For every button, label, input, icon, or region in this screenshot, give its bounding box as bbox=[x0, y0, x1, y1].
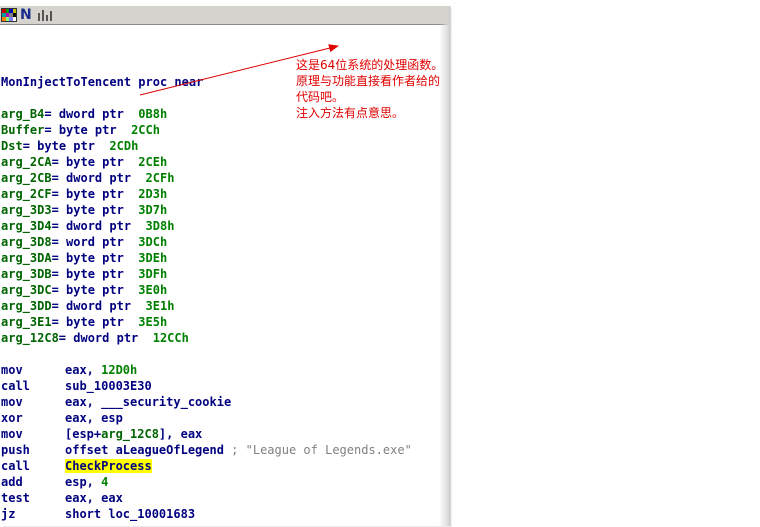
annotation-arrow bbox=[139, 44, 339, 96]
arrow-line bbox=[139, 44, 339, 96]
